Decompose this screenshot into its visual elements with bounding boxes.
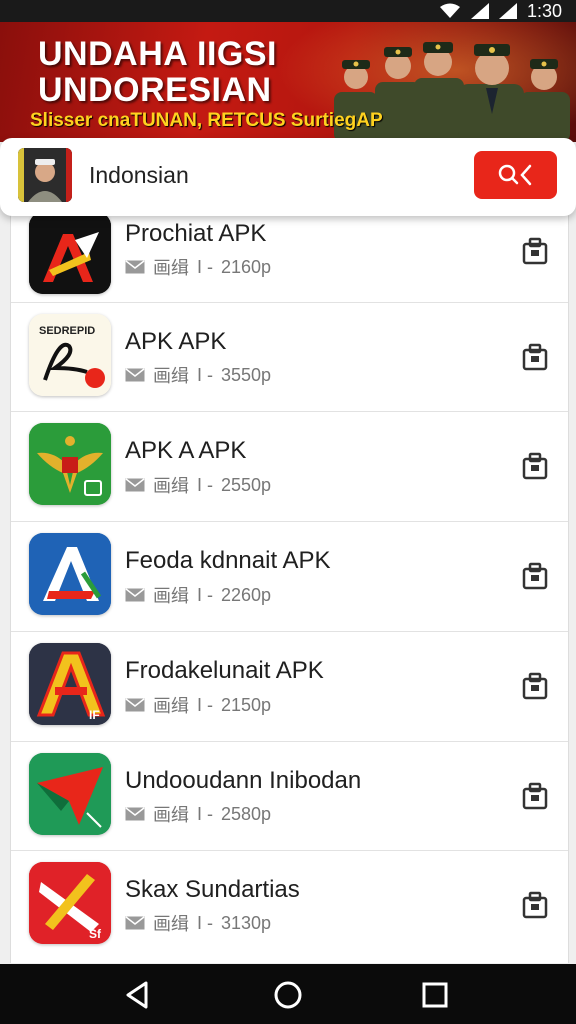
- banner-subline: Slisser cnaTUNAN, RETCUS SurtiegAP: [30, 110, 383, 131]
- download-icon[interactable]: [521, 561, 549, 591]
- app-meta: 画缉 I - 2160p: [125, 254, 271, 280]
- app-row[interactable]: Feoda kdnnait APK 画缉 I - 2260p: [11, 521, 568, 632]
- app-size: 2160p: [221, 256, 272, 277]
- app-meta-label: 画缉: [153, 476, 189, 496]
- app-title: APK APK: [125, 328, 227, 355]
- mail-icon: [125, 588, 145, 602]
- app-meta: 画缉 I - 2550p: [125, 472, 271, 498]
- banner-headline-line2: UNDORESIAN: [38, 71, 272, 109]
- app-meta-sep: I -: [197, 912, 213, 933]
- app-meta: 画缉 I - 2150p: [125, 692, 271, 718]
- mail-icon: [125, 807, 145, 821]
- app-meta: 画缉 I - 2260p: [125, 582, 271, 608]
- app-size: 2260p: [221, 584, 272, 605]
- home-icon[interactable]: [271, 978, 305, 1012]
- app-row[interactable]: Sf Skax Sundartias 画缉 I - 3130p: [11, 850, 568, 963]
- download-icon[interactable]: [521, 236, 549, 266]
- download-icon[interactable]: [521, 451, 549, 481]
- app-icon: [29, 212, 111, 294]
- app-title: Skax Sundartias: [125, 876, 300, 903]
- app-row[interactable]: IF Frodakelunait APK 画缉 I - 2150p: [11, 631, 568, 742]
- app-row[interactable]: APK A APK 画缉 I - 2550p: [11, 411, 568, 522]
- app-title: Frodakelunait APK: [125, 657, 324, 684]
- app-title: APK A APK: [125, 437, 247, 464]
- search-input[interactable]: Indonsian: [89, 162, 189, 189]
- wifi-icon: [439, 3, 460, 18]
- app-icon-text: SEDREPID: [39, 325, 95, 337]
- banner-headline-line1: UNDAHA IIGSI: [38, 35, 277, 73]
- app-size: 2150p: [221, 694, 272, 715]
- app-meta-sep: I -: [197, 694, 213, 715]
- app-meta-label: 画缉: [153, 805, 189, 825]
- app-meta: 画缉 I - 2580p: [125, 801, 271, 827]
- signal-icon-2: [498, 3, 517, 19]
- app-title: Undooudann Inibodan: [125, 767, 362, 794]
- app-size: 2550p: [221, 474, 272, 495]
- app-title: Feoda kdnnait APK: [125, 547, 331, 574]
- app-meta-label: 画缉: [153, 586, 189, 606]
- mail-icon: [125, 916, 145, 930]
- mail-icon: [125, 368, 145, 382]
- app-meta: 画缉 I - 3130p: [125, 910, 271, 936]
- search-button[interactable]: [474, 151, 557, 199]
- app-meta-sep: I -: [197, 256, 213, 277]
- app-meta-label: 画缉: [153, 914, 189, 934]
- app-meta-label: 画缉: [153, 258, 189, 278]
- promo-banner[interactable]: UNDAHA IIGSI UNDORESIAN Slisser cnaTUNAN…: [0, 22, 576, 142]
- app-icon: SEDREPID: [29, 314, 111, 396]
- app-logo-avatar[interactable]: [18, 148, 72, 202]
- app-meta-sep: I -: [197, 803, 213, 824]
- app-meta-label: 画缉: [153, 696, 189, 716]
- system-nav-bar: [0, 964, 576, 1024]
- app-size: 3550p: [221, 364, 272, 385]
- app-row[interactable]: Prochiat APK 画缉 I - 2160p: [11, 208, 568, 303]
- app-meta-sep: I -: [197, 474, 213, 495]
- download-icon[interactable]: [521, 890, 549, 920]
- download-icon[interactable]: [521, 781, 549, 811]
- app-icon: [29, 533, 111, 615]
- search-bar: Indonsian: [0, 138, 576, 216]
- app-icon-text: Sf: [89, 927, 102, 941]
- app-size: 2580p: [221, 803, 272, 824]
- app-icon: [29, 753, 111, 835]
- app-title: Prochiat APK: [125, 220, 267, 247]
- app-meta-label: 画缉: [153, 366, 189, 386]
- app-icon: [29, 423, 111, 505]
- app-meta: 画缉 I - 3550p: [125, 362, 271, 388]
- app-icon: IF: [29, 643, 111, 725]
- app-row[interactable]: Undooudann Inibodan 画缉 I - 2580p: [11, 741, 568, 851]
- signal-icon: [470, 3, 489, 19]
- download-icon[interactable]: [521, 671, 549, 701]
- download-icon[interactable]: [521, 342, 549, 372]
- app-size: 3130p: [221, 912, 272, 933]
- mail-icon: [125, 260, 145, 274]
- app-icon: Sf: [29, 862, 111, 944]
- app-list: Prochiat APK 画缉 I - 2160p SEDREPID APK A…: [10, 208, 569, 963]
- app-icon-text: IF: [89, 708, 100, 722]
- status-bar: 1:30: [0, 0, 576, 22]
- app-row[interactable]: SEDREPID APK APK 画缉 I - 3550p: [11, 302, 568, 412]
- mail-icon: [125, 478, 145, 492]
- recents-icon[interactable]: [418, 978, 452, 1012]
- avatar-image: [18, 148, 72, 202]
- banner-headline: UNDAHA IIGSI UNDORESIAN: [38, 36, 277, 108]
- back-icon[interactable]: [120, 978, 154, 1012]
- app-meta-sep: I -: [197, 364, 213, 385]
- status-time: 1:30: [526, 0, 562, 21]
- app-meta-sep: I -: [197, 584, 213, 605]
- search-icon: [498, 164, 531, 186]
- mail-icon: [125, 698, 145, 712]
